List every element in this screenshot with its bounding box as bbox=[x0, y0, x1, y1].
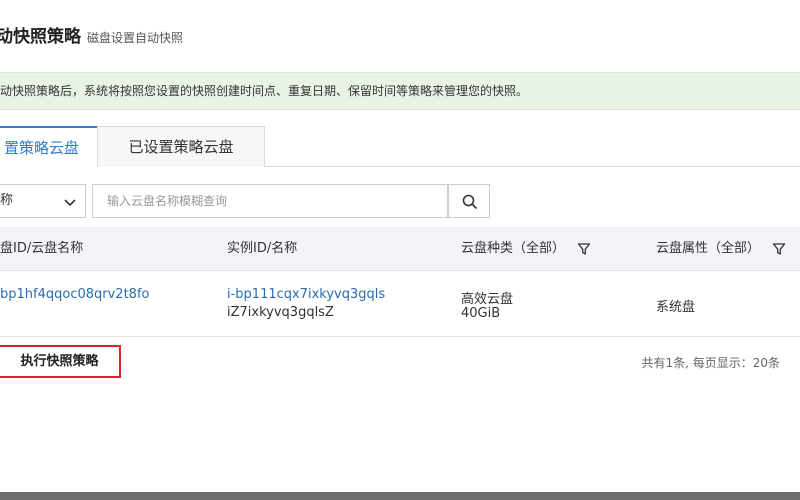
filter-icon[interactable] bbox=[772, 242, 786, 256]
filter-icon[interactable] bbox=[577, 242, 591, 256]
search-field-select-value: 称 bbox=[0, 193, 14, 208]
disk-id-link[interactable]: bp1hf4qqoc08qrv2t8fo bbox=[0, 287, 149, 302]
instance-name: iZ7ixkyvq3gqlsZ bbox=[227, 305, 334, 320]
page-title: 动快照策略 bbox=[0, 27, 81, 47]
chevron-down-icon bbox=[64, 199, 76, 207]
search-field-select[interactable]: 称 bbox=[0, 184, 86, 218]
tab-set-policy-disks[interactable]: 已设置策略云盘 bbox=[97, 126, 265, 167]
disk-type: 高效云盘 bbox=[461, 292, 514, 307]
page-header: 动快照策略 磁盘设置自动快照 bbox=[0, 22, 183, 52]
instance-id-link[interactable]: i-bp111cqx7ixkyvq3gqls bbox=[227, 287, 385, 302]
execute-snapshot-policy-button[interactable]: 执行快照策略 bbox=[0, 345, 121, 378]
search-button[interactable] bbox=[448, 184, 490, 218]
tab-bar: 置策略云盘 已设置策略云盘 bbox=[0, 126, 800, 168]
header-instance-id: 实例ID/名称 bbox=[227, 241, 298, 256]
search-icon bbox=[462, 194, 478, 210]
disk-size: 40GiB bbox=[461, 306, 501, 321]
table-footer: 执行快照策略 共有1条, 每页显示：20条 bbox=[0, 338, 800, 384]
header-disk-attr[interactable]: 云盘属性（全部） bbox=[656, 227, 786, 271]
header-disk-id: 盘ID/云盘名称 bbox=[0, 241, 84, 256]
disk-attr: 系统盘 bbox=[656, 300, 696, 315]
table-header: 盘ID/云盘名称 实例ID/名称 云盘种类（全部） 云盘属性（全部） bbox=[0, 227, 800, 271]
search-input[interactable] bbox=[92, 184, 448, 218]
bottom-bar bbox=[0, 492, 800, 500]
pagination-summary: 共有1条, 每页显示：20条 bbox=[641, 356, 780, 370]
disk-table: 盘ID/云盘名称 实例ID/名称 云盘种类（全部） 云盘属性（全部） bp1hf… bbox=[0, 227, 800, 337]
info-banner: 动快照策略后，系统将按照您设置的快照创建时间点、重复日期、保留时间等策略来管理您… bbox=[0, 72, 800, 110]
table-row: bp1hf4qqoc08qrv2t8fo i-bp111cqx7ixkyvq3g… bbox=[0, 271, 800, 337]
tab-unset-policy-disks[interactable]: 置策略云盘 bbox=[0, 126, 97, 168]
header-disk-type[interactable]: 云盘种类（全部） bbox=[461, 227, 591, 271]
page-subtitle: 磁盘设置自动快照 bbox=[87, 31, 184, 45]
